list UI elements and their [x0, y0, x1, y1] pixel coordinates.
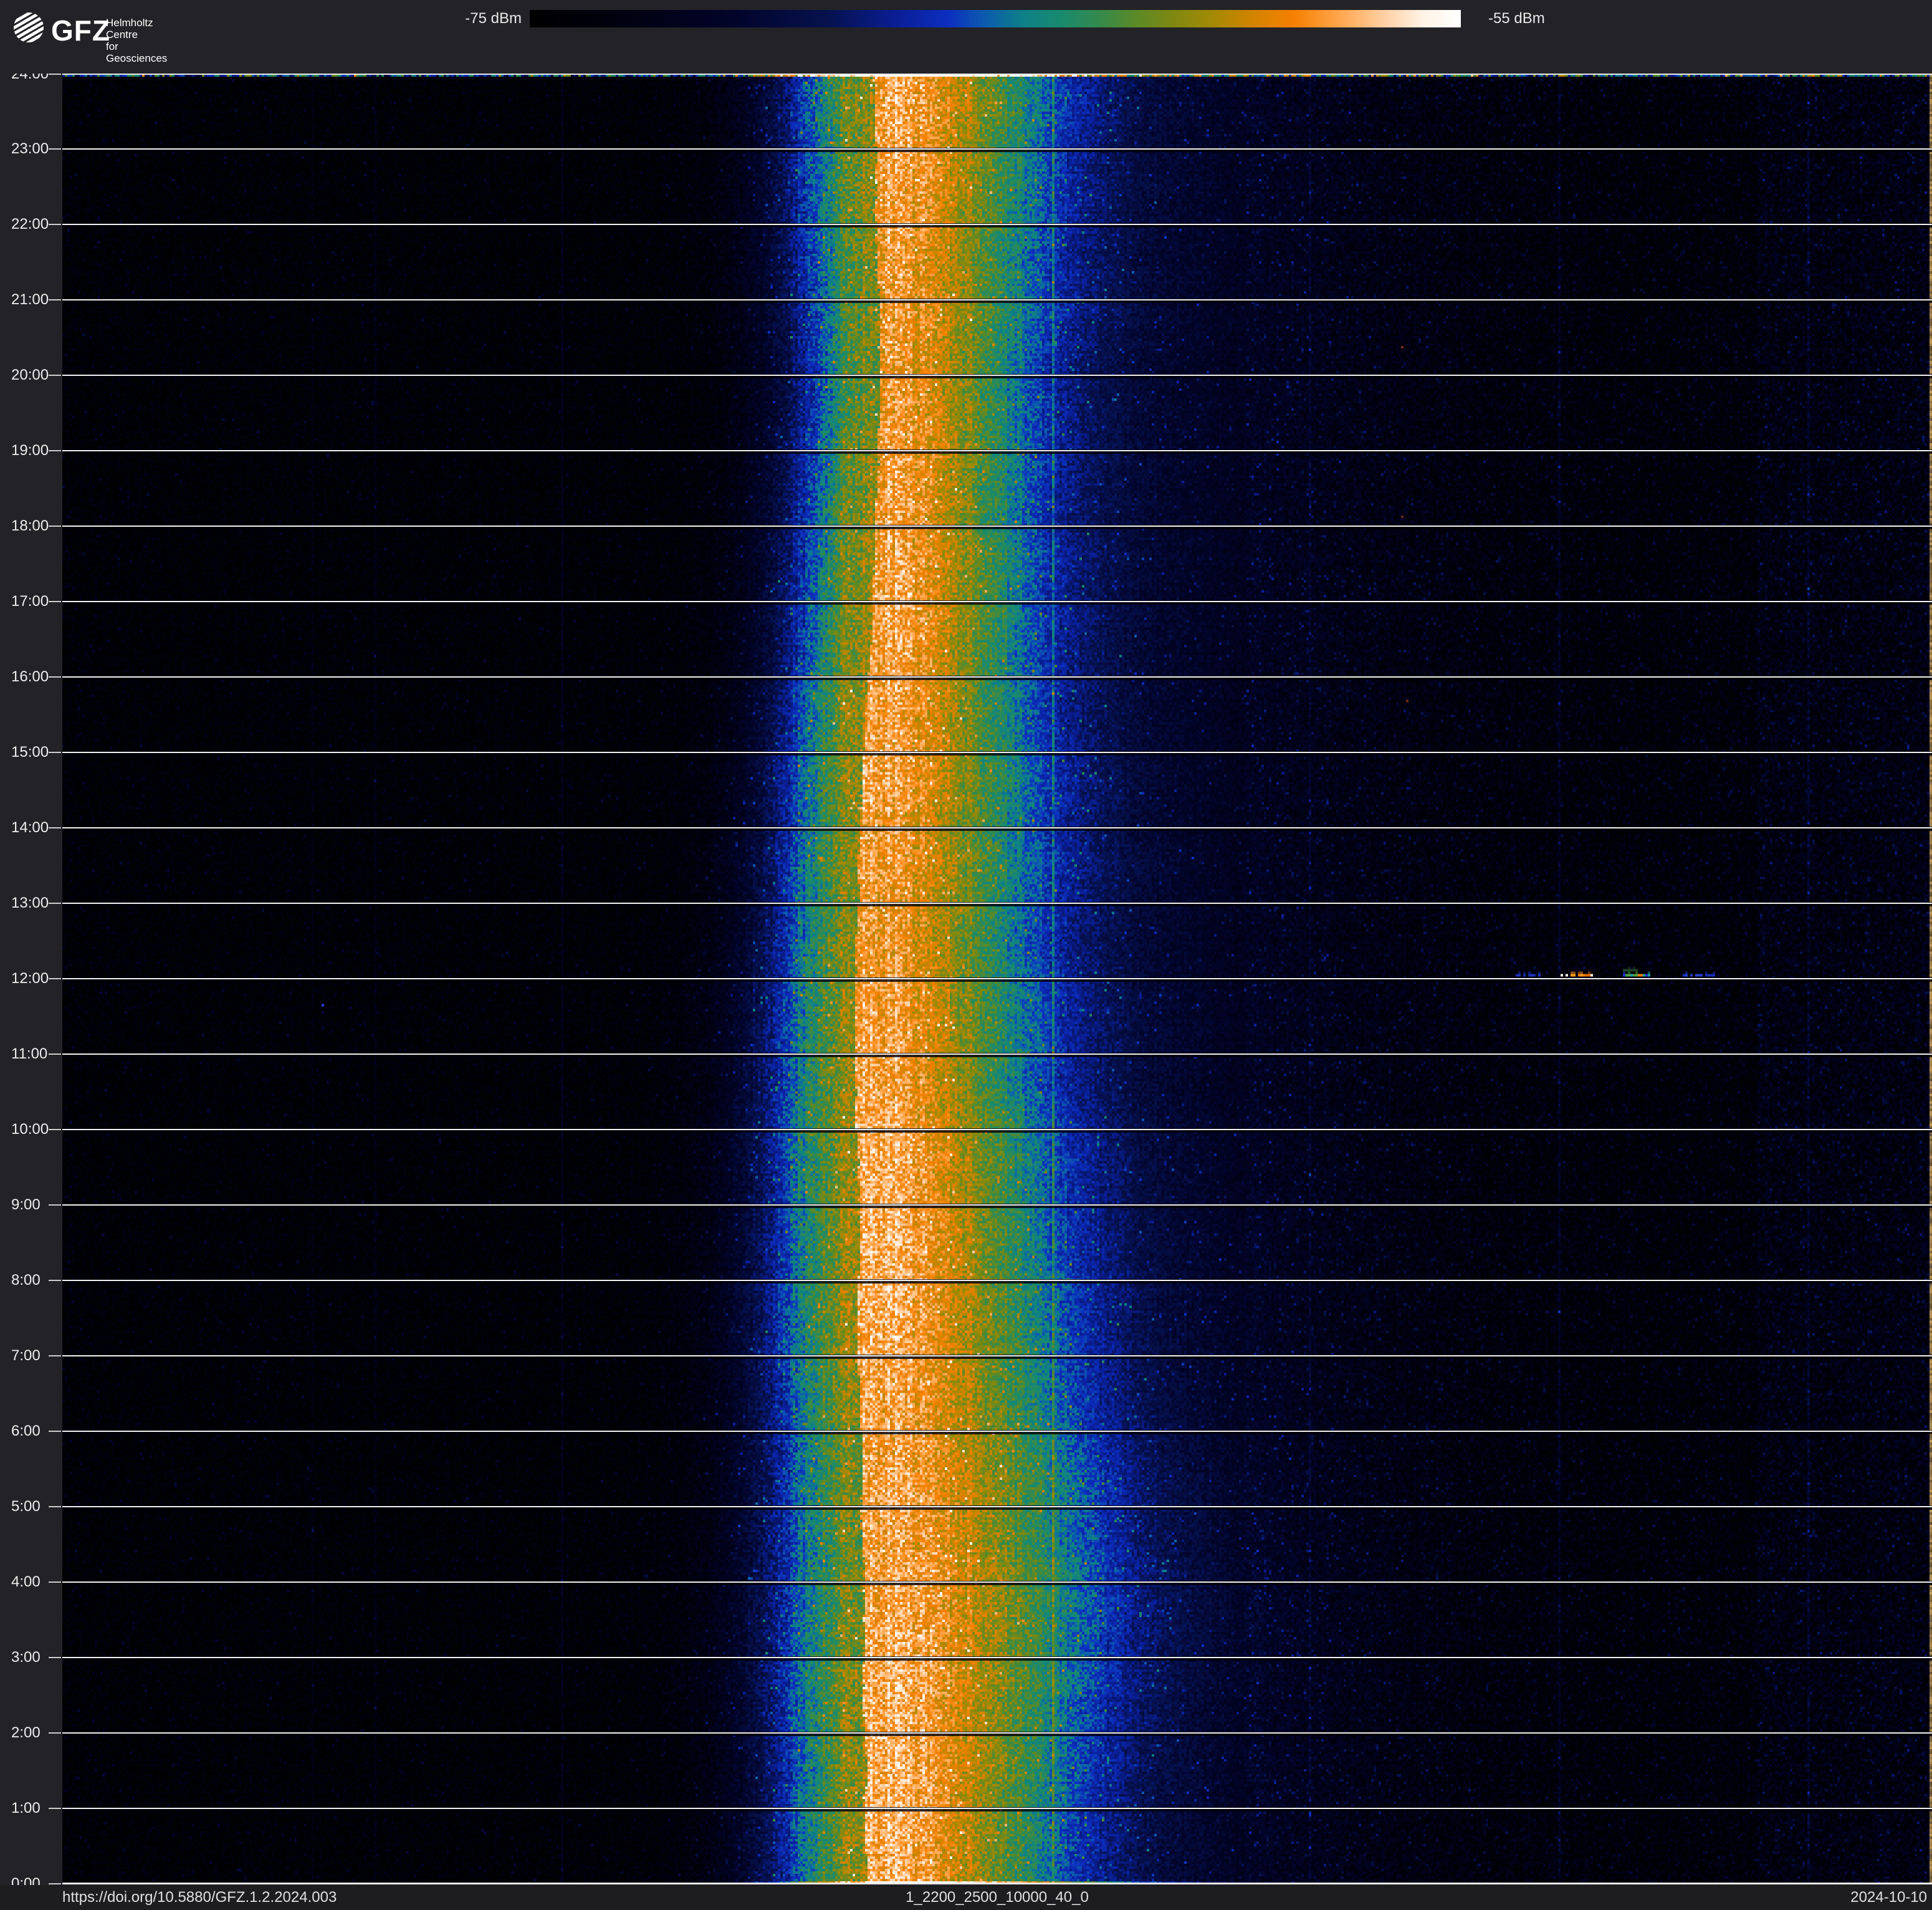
hour-tick [49, 978, 61, 979]
hour-tick [49, 1883, 61, 1884]
footer-bar: https://doi.org/10.5880/GFZ.1.2.2024.003… [0, 1885, 1932, 1910]
hour-tick [49, 450, 61, 452]
hour-gridline [62, 525, 1932, 527]
hour-gridline [62, 450, 1932, 452]
hour-tick [49, 148, 61, 150]
top-bar: GFZ Helmholtz Centre for Geosciences -75… [0, 0, 1932, 74]
hour-label: 6:00 [11, 1422, 41, 1439]
hour-label: 23:00 [11, 140, 49, 158]
hour-gridline [62, 676, 1932, 678]
hour-gridline [62, 299, 1932, 301]
hour-tick [49, 1505, 61, 1507]
hour-label: 4:00 [11, 1573, 41, 1590]
colorbar [530, 10, 1461, 27]
hour-label: 15:00 [11, 744, 49, 761]
hour-label: 13:00 [11, 895, 49, 912]
hour-gridline [62, 601, 1932, 603]
hour-gridline [62, 1355, 1932, 1356]
dataset-id: 1_2200_2500_10000_40_0 [906, 1889, 1089, 1906]
hour-tick [49, 1807, 61, 1809]
hour-gridline [62, 1279, 1932, 1281]
hour-gridline [62, 903, 1932, 905]
hour-label: 14:00 [11, 819, 49, 837]
hour-tick [49, 224, 61, 226]
hour-label: 2:00 [11, 1724, 41, 1741]
hour-tick [49, 676, 61, 678]
hour-gridline [62, 1505, 1932, 1507]
gfz-globe-icon [14, 12, 44, 42]
hour-gridline [62, 1204, 1932, 1206]
hour-label: 18:00 [11, 517, 49, 535]
hour-label: 17:00 [11, 593, 49, 610]
hour-tick [49, 827, 61, 829]
date-label: 2024-10-10 [1850, 1889, 1927, 1906]
hour-label: 19:00 [11, 442, 49, 459]
logo-subtitle-line2: for Geosciences [106, 41, 168, 64]
hour-gridline [62, 1053, 1932, 1055]
hour-label: 10:00 [11, 1120, 49, 1138]
hour-tick [49, 1581, 61, 1583]
hour-tick [49, 1355, 61, 1356]
hour-gridline [62, 978, 1932, 979]
hour-label: 12:00 [11, 970, 49, 987]
spectrogram-page: { "page": { "width": 3100, "height": 306… [0, 0, 1932, 1910]
hour-tick [49, 375, 61, 377]
hour-gridline [62, 1807, 1932, 1809]
hour-label: 20:00 [11, 367, 49, 384]
logo-brand: GFZ [51, 14, 110, 47]
hour-gridline [62, 752, 1932, 754]
hour-gridline [62, 1656, 1932, 1658]
hour-tick [49, 1656, 61, 1658]
hour-gridline [62, 1430, 1932, 1432]
hour-label: 16:00 [11, 668, 49, 686]
doi-link[interactable]: https://doi.org/10.5880/GFZ.1.2.2024.003 [62, 1885, 337, 1910]
hour-tick [49, 1430, 61, 1432]
hour-tick [49, 525, 61, 527]
hour-tick [49, 1279, 61, 1281]
hour-tick [49, 601, 61, 603]
plot-bottom-axis-line [62, 1883, 1932, 1884]
hour-tick [49, 1204, 61, 1206]
hour-gridline [62, 375, 1932, 377]
hour-label: 21:00 [11, 291, 49, 309]
hour-label: 11:00 [11, 1045, 48, 1062]
hour-gridline [62, 1732, 1932, 1734]
hour-label: 8:00 [11, 1271, 41, 1289]
hour-tick [49, 299, 61, 301]
logo-subtitle-line1: Helmholtz Centre [106, 17, 153, 41]
hour-label: 5:00 [11, 1497, 41, 1515]
hour-label: 7:00 [11, 1346, 41, 1364]
hour-gridline [62, 224, 1932, 226]
hour-label: 1:00 [11, 1799, 41, 1816]
hour-label: 22:00 [11, 216, 49, 233]
hour-tick [49, 903, 61, 905]
hour-gridline [62, 1581, 1932, 1583]
hour-tick [49, 1053, 61, 1055]
hour-gridline [62, 148, 1932, 150]
hour-tick [49, 1128, 61, 1130]
colorbar-min-label: -75 dBm [465, 10, 522, 27]
hour-label: 3:00 [11, 1648, 41, 1666]
hour-gridline [62, 827, 1932, 829]
hour-label: 9:00 [11, 1196, 41, 1213]
colorbar-max-label: -55 dBm [1488, 10, 1545, 27]
hour-gridline [62, 1128, 1932, 1130]
hour-tick [49, 1732, 61, 1734]
hour-tick [49, 752, 61, 754]
logo-subtitle: Helmholtz Centre for Geosciences [106, 17, 167, 64]
